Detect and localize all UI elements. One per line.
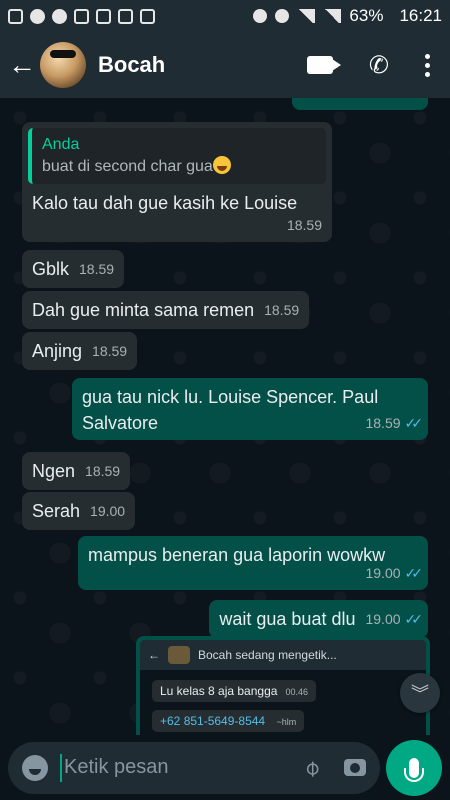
contact-name[interactable]: Bocah	[98, 52, 165, 78]
mute-icon	[275, 9, 290, 23]
typing-status: Bocah sedang mengetik...	[198, 648, 337, 662]
message-text: Gblk	[32, 259, 70, 279]
input-bar: Ketik pesan ⌀	[0, 735, 450, 800]
chat-area[interactable]: 18.59✓✓ Anda buat di second char gua Kal…	[0, 98, 450, 735]
screenshot-image[interactable]: ← Bocah sedang mengetik... Lu kelas 8 aj…	[140, 640, 426, 735]
phone-icon[interactable]: ✆	[369, 51, 389, 80]
back-arrow-icon: ←	[148, 648, 160, 662]
message-outgoing[interactable]: mampus beneran gua laporin wowkw 19.00 ✓✓	[78, 536, 428, 590]
gift-icon	[74, 8, 89, 24]
crying-emoji-icon	[212, 156, 231, 174]
mic-button[interactable]	[386, 739, 442, 796]
scroll-to-bottom-button[interactable]: ︾	[400, 673, 440, 713]
back-arrow-icon[interactable]: ←	[8, 49, 38, 81]
paperclip-icon[interactable]: ⌀	[297, 754, 325, 782]
contact-avatar[interactable]	[40, 42, 86, 88]
quoted-message[interactable]: Anda buat di second char gua	[28, 128, 326, 184]
image-phone-number: +62 851-5649-8544	[160, 714, 266, 728]
image-message-time: 00.46	[285, 687, 308, 697]
system-icons: 63% 16:21	[253, 6, 442, 26]
wifi-icon	[297, 9, 316, 23]
video-call-icon[interactable]	[306, 56, 341, 74]
read-ticks-icon: ✓✓	[404, 415, 424, 431]
read-ticks-icon: ✓✓	[404, 611, 424, 627]
message-text: Dah gue minta sama remen	[32, 300, 255, 320]
message-input-container[interactable]: Ketik pesan ⌀	[8, 741, 380, 794]
camera-icon[interactable]	[344, 759, 366, 776]
message-text: Anjing	[32, 341, 83, 361]
microphone-icon	[404, 757, 424, 782]
chat-notification-icon	[8, 8, 23, 24]
signal-icon	[323, 9, 342, 23]
message-incoming[interactable]: Gblk 18.59	[22, 250, 125, 288]
quoted-author: Anda	[42, 136, 80, 153]
message-time: 19.00	[365, 611, 401, 627]
clock: 16:21	[399, 6, 442, 25]
message-time: 18.59	[92, 343, 128, 359]
read-ticks-icon: ✓✓	[405, 98, 424, 106]
message-time: 18.59	[85, 463, 121, 479]
location-icon	[253, 9, 268, 23]
message-time: 18.59	[365, 415, 401, 431]
image-message-text: Lu kelas 8 aja bangga	[160, 684, 278, 698]
battery-percent: 63%	[349, 6, 384, 25]
message-time: 18.59	[79, 261, 115, 277]
message-time: 19.00	[90, 503, 126, 519]
avatar	[168, 646, 190, 664]
message-text: Serah	[32, 501, 81, 521]
text-caret	[60, 753, 62, 782]
instagram-icon	[96, 8, 111, 24]
image-message-bubble: +62 851-5649-8544 ~hlm	[152, 710, 305, 732]
notification-icons	[8, 8, 155, 24]
chevron-double-down-icon: ︾	[411, 684, 429, 704]
status-bar: 63% 16:21	[0, 0, 450, 32]
image-sender-name: ~hlm	[276, 717, 297, 727]
read-ticks-icon: ✓✓	[404, 565, 424, 581]
chat-header: ← Bocah ✆	[0, 32, 450, 98]
image-message-bubble: Lu kelas 8 aja bangga 00.46	[152, 680, 316, 702]
facebook-icon	[52, 8, 67, 24]
message-incoming[interactable]: Serah 19.00	[22, 492, 136, 530]
message-outgoing[interactable]: wait gua buat dlu 19.00 ✓✓	[209, 600, 428, 638]
message-text: wait gua buat dlu	[219, 609, 356, 629]
mail-notification-icon	[30, 8, 45, 24]
instagram-icon-2	[140, 8, 155, 24]
message-text: Ngen	[32, 461, 76, 481]
emoji-icon[interactable]	[22, 754, 48, 781]
message-time: 18.59	[286, 217, 322, 233]
message-time: 18.59	[365, 98, 400, 106]
message-reply[interactable]: Anda buat di second char gua Kalo tau da…	[22, 122, 332, 242]
image-icon	[118, 8, 133, 24]
image-message[interactable]: ← Bocah sedang mengetik... Lu kelas 8 aj…	[136, 636, 430, 735]
message-outgoing[interactable]: gua tau nick lu. Louise Spencer. Paul Sa…	[72, 378, 428, 440]
message-outgoing-partial[interactable]: 18.59 ✓✓	[292, 98, 428, 110]
message-incoming[interactable]: Anjing 18.59	[22, 332, 138, 370]
message-time: 18.59	[264, 302, 300, 318]
message-time: 19.00	[365, 565, 401, 581]
more-options-icon[interactable]	[425, 53, 430, 77]
quoted-text: buat di second char gua	[42, 158, 213, 175]
message-input[interactable]: Ketik pesan	[64, 756, 169, 779]
message-incoming[interactable]: Dah gue minta sama remen 18.59	[22, 291, 310, 329]
message-incoming[interactable]: Ngen 18.59	[22, 452, 131, 490]
